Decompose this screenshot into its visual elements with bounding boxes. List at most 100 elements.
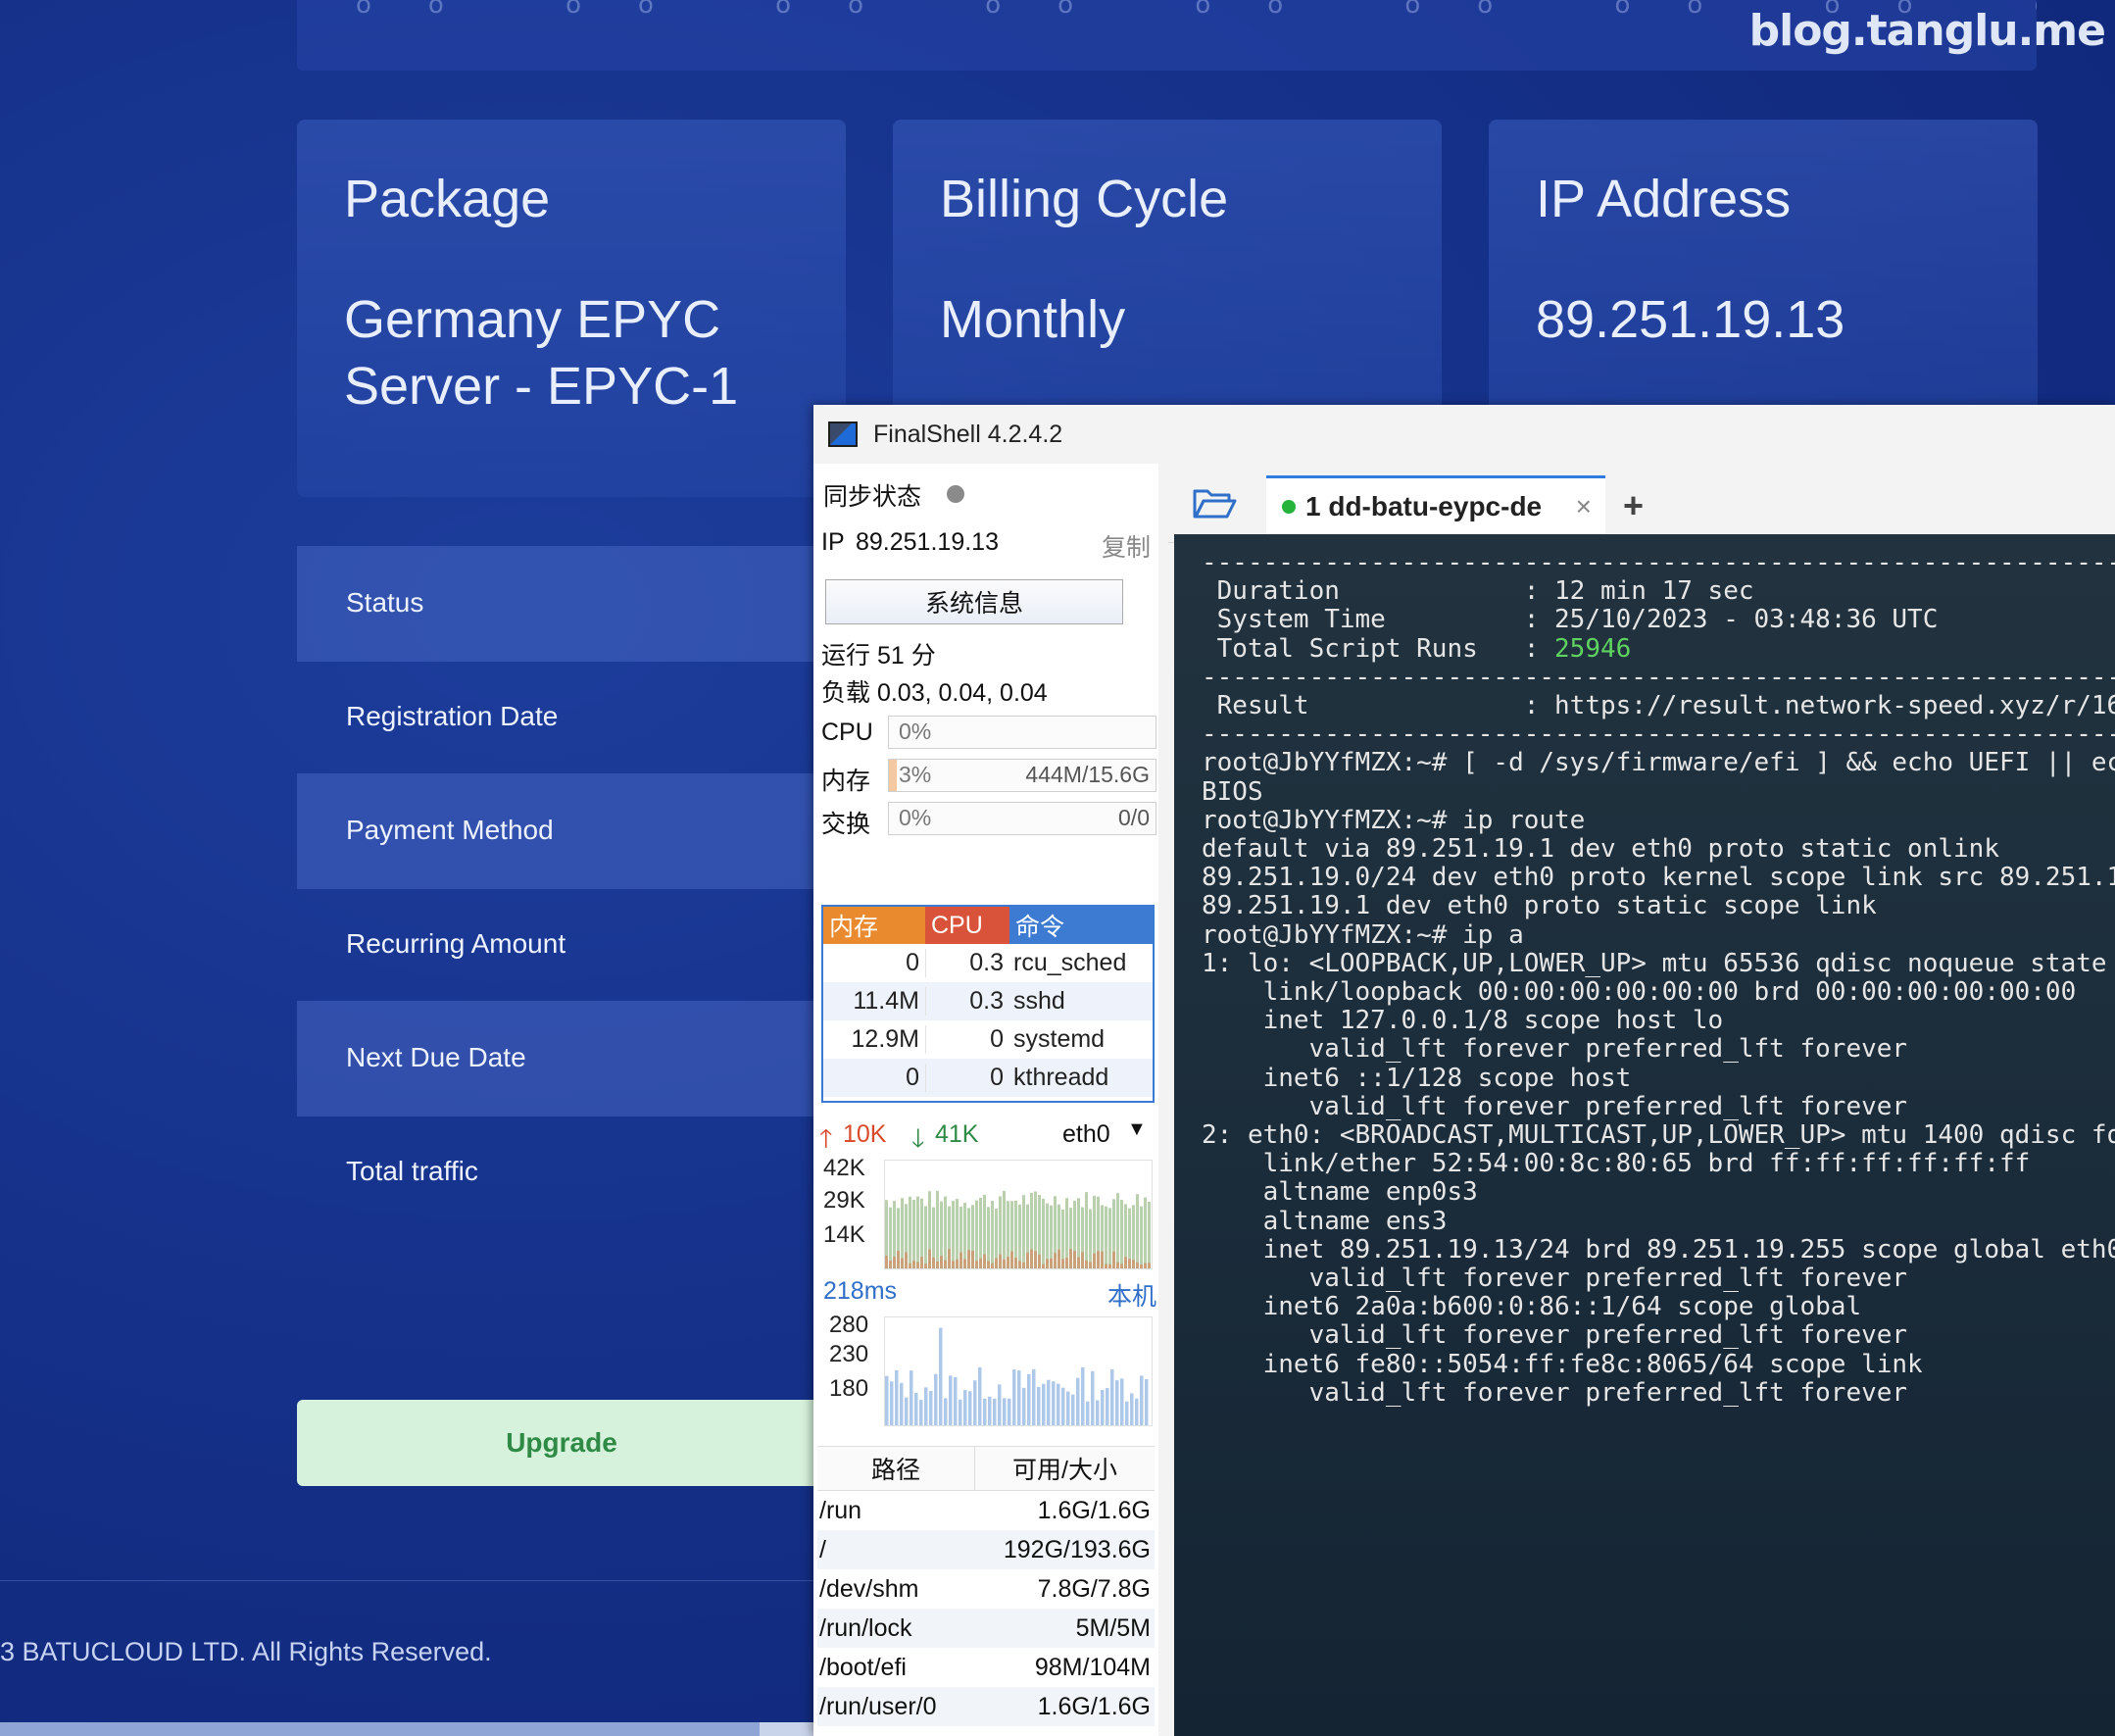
- tab-session[interactable]: 1 dd-batu-eypc-de ×: [1266, 475, 1605, 534]
- system-info-button[interactable]: 系统信息: [825, 579, 1123, 624]
- connected-dot-icon: [1282, 499, 1296, 514]
- download-arrow-icon: 🡓: [911, 1123, 925, 1153]
- col-available-size[interactable]: 可用/大小: [975, 1447, 1155, 1490]
- process-row[interactable]: 11.4M 0.3 sshd: [823, 982, 1153, 1020]
- ping-host-select[interactable]: 本机: [1107, 1277, 1156, 1313]
- process-row[interactable]: 12.9M 0 systemd: [823, 1020, 1153, 1059]
- ping-bar: [973, 1380, 977, 1425]
- col-cpu[interactable]: CPU: [925, 907, 1009, 944]
- ping-bar: [924, 1387, 928, 1425]
- proc-cpu: 0: [925, 1025, 1009, 1054]
- ping-axis-label: 180: [829, 1375, 869, 1402]
- card-title: IP Address: [1536, 170, 1792, 228]
- fs-size: 1.6G/1.6G: [1037, 1692, 1151, 1720]
- net-download-bar: [924, 1206, 927, 1268]
- chevron-down-icon[interactable]: ▼: [1127, 1118, 1147, 1141]
- net-download-bar: [1018, 1204, 1021, 1268]
- net-download-bar: [912, 1200, 915, 1268]
- terminal-line: inet6 2a0a:b600:0:86::1/64 scope global: [1202, 1292, 1862, 1322]
- interface-select[interactable]: eth0: [1062, 1120, 1110, 1149]
- ping-bar: [1115, 1380, 1119, 1425]
- card-value: Monthly: [940, 290, 1126, 349]
- net-upload-bar: [1030, 1249, 1033, 1268]
- horizontal-scrollbar[interactable]: [0, 1722, 760, 1736]
- filesystem-row[interactable]: /run/user/0 1.6G/1.6G: [817, 1687, 1155, 1726]
- footer-copyright: 3 BATUCLOUD LTD. All Rights Reserved.: [0, 1637, 492, 1666]
- add-tab-icon[interactable]: +: [1623, 485, 1644, 526]
- card-value: 89.251.19.13: [1536, 290, 1845, 349]
- terminal-line: inet6 ::1/128 scope host: [1202, 1063, 1632, 1093]
- ping-bar: [1130, 1393, 1134, 1425]
- terminal-line: inet 89.251.19.13/24 brd 89.251.19.255 s…: [1202, 1234, 2115, 1265]
- col-command[interactable]: 命令: [1009, 907, 1153, 944]
- net-download-bar: [936, 1190, 939, 1268]
- swap-percent: 0%: [899, 805, 932, 830]
- ping-bar: [1140, 1375, 1144, 1425]
- net-upload-bar: [1089, 1262, 1092, 1268]
- net-upload-bar: [944, 1260, 947, 1268]
- ping-bar: [1061, 1387, 1065, 1425]
- proc-cpu: 0.3: [925, 949, 1009, 977]
- net-download-bar: [889, 1207, 892, 1268]
- fs-size: 7.8G/7.8G: [1037, 1574, 1151, 1603]
- col-path[interactable]: 路径: [817, 1447, 975, 1490]
- ping-bar: [1135, 1398, 1139, 1425]
- info-row-registration-date: Registration Date: [297, 660, 816, 775]
- terminal-output[interactable]: ----------------------------------------…: [1174, 534, 2115, 1736]
- net-upload-bar: [1042, 1264, 1045, 1268]
- net-download-bar: [944, 1196, 947, 1268]
- memory-label: 内存: [821, 768, 871, 795]
- copy-ip-button[interactable]: 复制: [1102, 528, 1151, 564]
- filesystem-row[interactable]: /run/lock 5M/5M: [817, 1609, 1155, 1648]
- ping-bar: [914, 1392, 918, 1425]
- terminal-line: ----------------------------------------…: [1202, 662, 2115, 692]
- close-icon[interactable]: ×: [1576, 491, 1592, 522]
- col-memory[interactable]: 内存: [823, 907, 925, 944]
- net-upload-bar: [928, 1249, 931, 1268]
- terminal-line: ----------------------------------------…: [1202, 548, 2115, 577]
- terminal-line: BIOS: [1202, 776, 1263, 807]
- filesystem-row[interactable]: / 192G/193.6G: [817, 1530, 1155, 1569]
- net-download-bar: [1144, 1197, 1147, 1268]
- net-upload-bar: [924, 1264, 927, 1268]
- process-table: 内存 CPU 命令 0 0.3 rcu_sched 11.4M 0.3 sshd…: [821, 905, 1155, 1103]
- terminal-line: link/loopback 00:00:00:00:00:00 brd 00:0…: [1202, 977, 2077, 1007]
- net-upload-bar: [1018, 1261, 1021, 1268]
- filesystem-row[interactable]: /boot/efi 98M/104M: [817, 1648, 1155, 1687]
- ip-label: IP: [821, 528, 845, 556]
- net-upload-bar: [1058, 1249, 1060, 1268]
- cpu-percent: 0%: [899, 719, 932, 744]
- process-row[interactable]: 0 0.3 rcu_sched: [823, 944, 1153, 982]
- net-upload-bar: [1128, 1259, 1131, 1268]
- memory-amount: 444M/15.6G: [1025, 762, 1150, 787]
- ping-bar: [919, 1400, 923, 1425]
- info-label: Payment Method: [346, 815, 554, 845]
- network-traffic-chart: [884, 1160, 1153, 1269]
- info-row-status: Status: [297, 546, 816, 662]
- terminal-line: 2: eth0: <BROADCAST,MULTICAST,UP,LOWER_U…: [1202, 1120, 2115, 1150]
- title-bar[interactable]: FinalShell 4.2.4.2: [813, 405, 2115, 464]
- filesystem-row[interactable]: /run 1.6G/1.6G: [817, 1491, 1155, 1530]
- ping-bar: [890, 1381, 894, 1425]
- proc-mem: 11.4M: [853, 987, 919, 1015]
- info-row-recurring-amount: Recurring Amount: [297, 887, 816, 1003]
- net-download-bar: [1148, 1201, 1151, 1268]
- ping-axis-label: 280: [829, 1312, 869, 1338]
- info-label: Status: [346, 587, 424, 618]
- cpu-label: CPU: [821, 719, 873, 746]
- upgrade-button[interactable]: Upgrade: [297, 1400, 826, 1486]
- net-upload-bar: [885, 1256, 888, 1268]
- net-upload-bar: [1010, 1251, 1013, 1268]
- folder-icon[interactable]: [1192, 485, 1237, 521]
- fs-path: /boot/efi: [819, 1653, 907, 1681]
- process-row[interactable]: 0 0 kthreadd: [823, 1059, 1153, 1097]
- ping-bar: [963, 1390, 967, 1425]
- filesystem-row[interactable]: /dev/shm 7.8G/7.8G: [817, 1569, 1155, 1609]
- net-upload-bar: [1101, 1251, 1104, 1268]
- ping-bar: [1003, 1398, 1007, 1425]
- card-value: Germany EPYC Server - EPYC-1: [344, 290, 739, 416]
- info-label: Next Due Date: [346, 1042, 526, 1072]
- ping-bar: [939, 1327, 943, 1425]
- net-upload-bar: [1120, 1264, 1123, 1268]
- net-download-bar: [901, 1198, 904, 1268]
